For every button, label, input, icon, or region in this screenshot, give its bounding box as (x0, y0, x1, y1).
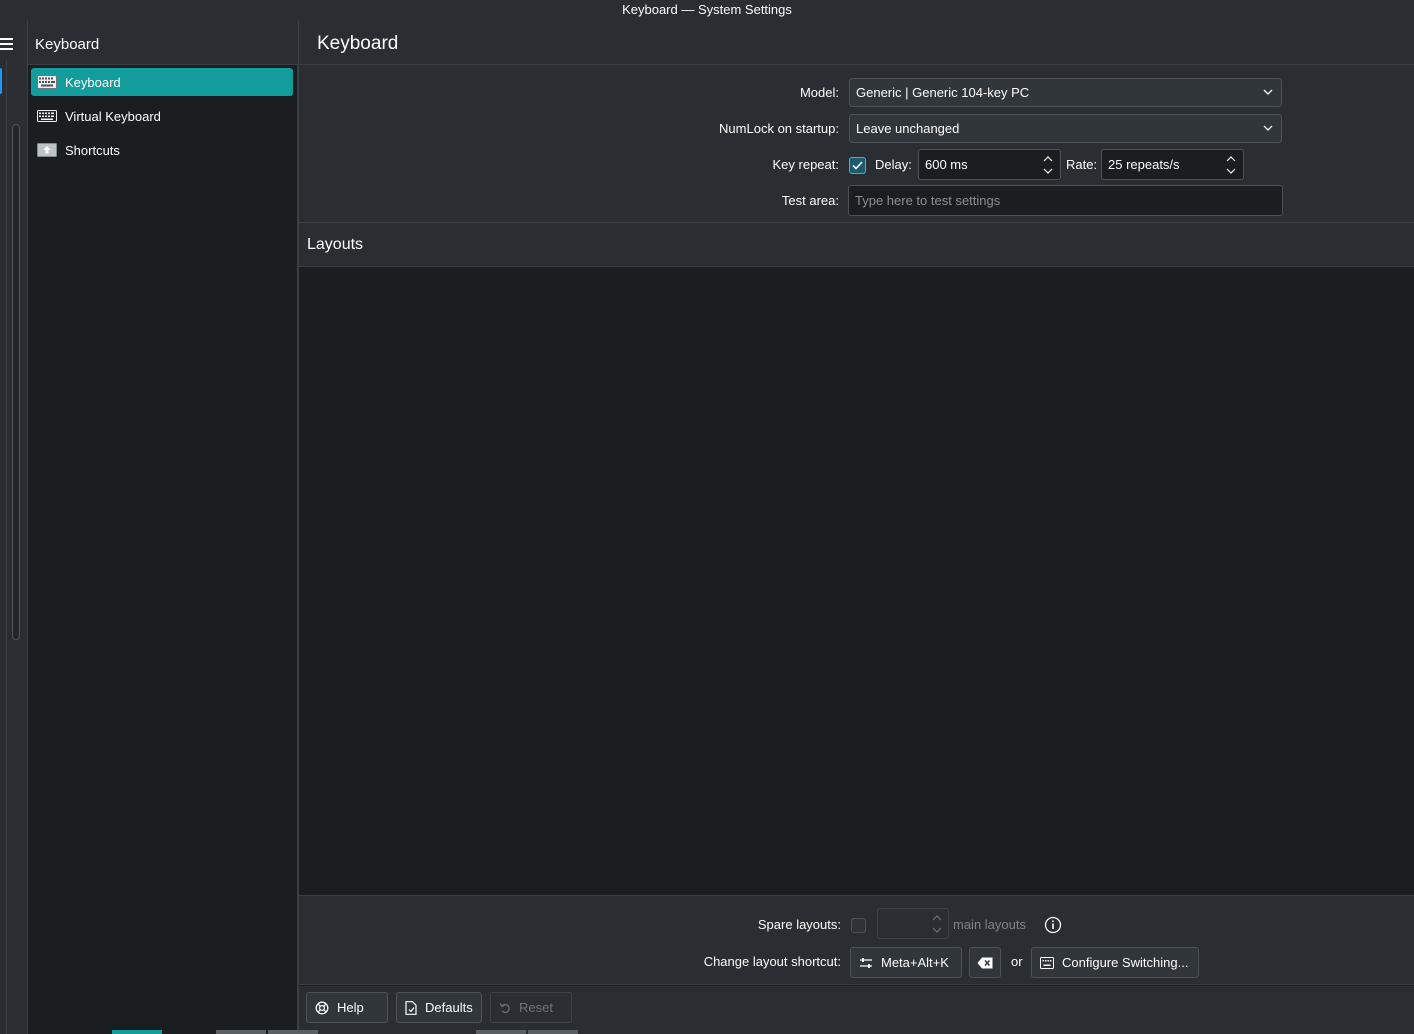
hamburger-menu-icon[interactable] (0, 38, 14, 50)
taskbar-indicator (528, 1030, 578, 1034)
defaults-label: Defaults (425, 1000, 473, 1015)
main-layouts-label: main layouts (953, 917, 1026, 932)
help-label: Help (337, 1000, 364, 1015)
document-defaults-icon (405, 1000, 417, 1015)
rail-divider (6, 60, 7, 1034)
numlock-dropdown[interactable]: Leave unchanged (849, 114, 1282, 143)
chevron-down-icon (1263, 89, 1273, 95)
taskbar-indicator (476, 1030, 526, 1034)
rate-label: Rate: (1066, 157, 1098, 172)
sidebar: Keyboard Virtual Keyboard Shortcuts (28, 65, 298, 1034)
spare-layouts-checkbox[interactable] (851, 918, 866, 933)
sidebar-item-virtual-keyboard[interactable]: Virtual Keyboard (31, 102, 293, 130)
keyboard-settings-form: Model: Generic | Generic 104-key PC NumL… (298, 65, 1414, 223)
clear-shortcut-button[interactable] (969, 947, 1001, 978)
help-lifebuoy-icon (315, 1001, 329, 1014)
layouts-title: Layouts (307, 236, 364, 253)
or-label: or (1011, 954, 1023, 969)
sidebar-item-label: Virtual Keyboard (65, 108, 161, 124)
shortcut-capture-button[interactable]: Meta+Alt+K (850, 947, 962, 978)
help-button[interactable]: Help (306, 992, 388, 1023)
test-area-label: Test area: (781, 193, 839, 208)
reset-button[interactable]: Reset (490, 992, 572, 1023)
configure-switching-button[interactable]: Configure Switching... (1031, 947, 1199, 978)
undo-icon (499, 1002, 510, 1013)
taskbar-indicator (216, 1030, 266, 1034)
delay-spinbox[interactable]: 600 ms (918, 149, 1061, 180)
key-repeat-checkbox[interactable] (849, 157, 866, 174)
rail-active-indicator (0, 68, 2, 94)
defaults-button[interactable]: Defaults (396, 992, 482, 1023)
rail-scrollbar[interactable] (12, 124, 20, 640)
taskbar-indicator (268, 1030, 318, 1034)
sidebar-item-label: Keyboard (65, 74, 121, 90)
numlock-label: NumLock on startup: (719, 121, 839, 136)
rate-spinbox[interactable]: 25 repeats/s (1101, 149, 1244, 180)
rate-value: 25 repeats/s (1108, 157, 1180, 172)
model-label: Model: (799, 85, 839, 100)
delay-value: 600 ms (925, 157, 968, 172)
footer-bar: Help Defaults Reset (298, 986, 1414, 1034)
window-titlebar: Keyboard — System Settings (0, 0, 1414, 20)
sidebar-item-keyboard[interactable]: Keyboard (31, 68, 293, 96)
shortcuts-icon (37, 143, 57, 157)
spin-arrows-icon (932, 915, 942, 933)
virtual-keyboard-icon (37, 110, 57, 122)
spare-layouts-label: Spare layouts: (757, 917, 841, 932)
sidebar-item-shortcuts[interactable]: Shortcuts (31, 136, 293, 164)
page-title: Keyboard (317, 33, 399, 54)
keyboard-icon (37, 75, 57, 89)
page-header: Keyboard (298, 20, 1414, 65)
sidebar-header: Keyboard (28, 20, 298, 65)
numlock-value: Leave unchanged (856, 121, 960, 136)
checkmark-icon (852, 161, 863, 170)
reset-label: Reset (519, 1000, 553, 1015)
configure-switching-label: Configure Switching... (1062, 955, 1189, 970)
model-dropdown[interactable]: Generic | Generic 104-key PC (849, 78, 1282, 107)
shortcut-value: Meta+Alt+K (881, 955, 949, 970)
layouts-list[interactable] (298, 267, 1414, 896)
navigation-rail (0, 20, 28, 1034)
spin-arrows-icon[interactable] (1042, 152, 1054, 178)
change-layout-shortcut-label: Change layout shortcut: (703, 954, 841, 969)
sidebar-item-label: Shortcuts (65, 142, 120, 158)
model-value: Generic | Generic 104-key PC (856, 85, 1030, 100)
configure-icon (860, 957, 872, 968)
backspace-clear-icon (977, 957, 993, 968)
key-repeat-label: Key repeat: (772, 157, 840, 172)
test-area-input[interactable]: Type here to test settings (848, 185, 1283, 216)
spin-arrows-icon[interactable] (1225, 152, 1237, 178)
info-icon[interactable] (1044, 916, 1062, 934)
delay-label: Delay: (875, 157, 912, 172)
test-area-placeholder: Type here to test settings (855, 193, 1001, 208)
layouts-header: Layouts (298, 223, 1414, 267)
spare-layouts-spinbox[interactable] (877, 908, 949, 939)
layouts-options: Spare layouts: main layouts Change layou… (298, 896, 1414, 985)
chevron-down-icon (1263, 125, 1273, 131)
window-title: Keyboard — System Settings (622, 2, 792, 17)
taskbar-indicator-active (112, 1030, 162, 1034)
keyboard-icon (1040, 956, 1054, 969)
sidebar-title: Keyboard (35, 36, 100, 53)
